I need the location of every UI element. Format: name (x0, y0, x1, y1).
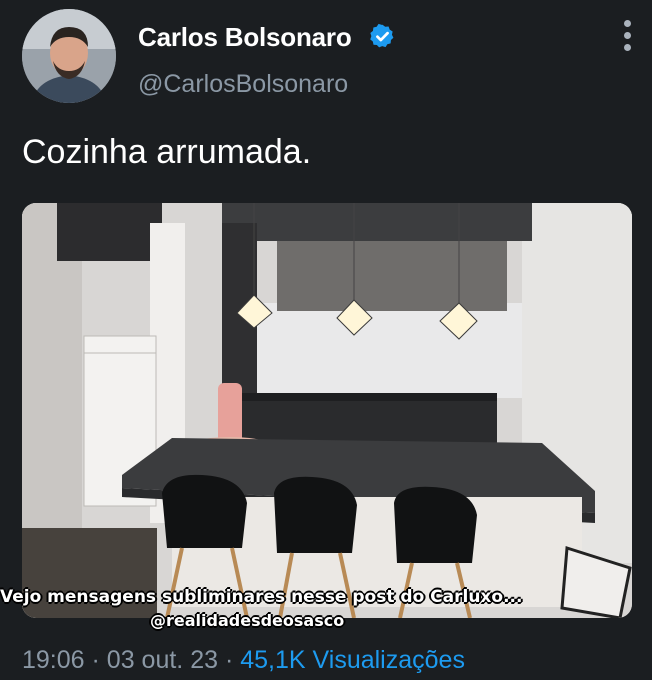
views-count[interactable]: 45,1K (240, 646, 305, 674)
avatar-photo (22, 9, 116, 103)
avatar[interactable] (22, 9, 116, 103)
tweet-meta: 19:06 · 03 out. 23 · 45,1K Visualizações (22, 646, 465, 675)
more-vertical-icon[interactable] (612, 20, 642, 54)
verified-badge-icon (370, 23, 394, 48)
author-handle[interactable]: @CarlosBolsonaro (138, 70, 348, 99)
meta-separator: · (224, 646, 234, 674)
views-label[interactable]: Visualizações (313, 646, 465, 674)
overlay-caption-line1: Vejo mensagens subliminares nesse post d… (0, 587, 523, 607)
overlay-caption-line2: @realidadesdeosasco (150, 611, 345, 630)
meta-separator: · (91, 646, 100, 674)
tweet-time[interactable]: 19:06 (22, 646, 85, 674)
tweet-text: Cozinha arrumada. (22, 133, 312, 171)
author-display-name[interactable]: Carlos Bolsonaro (138, 22, 352, 53)
kitchen-photo[interactable] (22, 203, 632, 618)
tweet-date[interactable]: 03 out. 23 (107, 646, 218, 674)
kitchen-photo-image (22, 203, 632, 618)
